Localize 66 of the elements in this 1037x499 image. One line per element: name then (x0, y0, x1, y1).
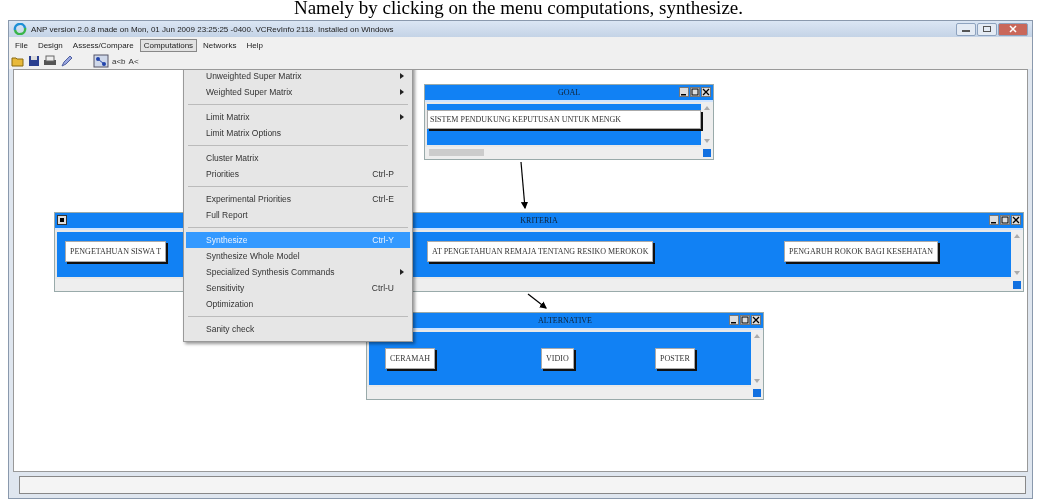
menu-item[interactable]: Limit Matrix Options (186, 125, 410, 141)
close-icon (752, 316, 760, 324)
minimize-button[interactable] (729, 315, 739, 325)
minimize-button[interactable] (679, 87, 689, 97)
menu-item[interactable]: Sanity check (186, 321, 410, 337)
close-button[interactable] (751, 315, 761, 325)
menu-item[interactable]: Assess/Compare (68, 38, 138, 52)
app-icon (13, 23, 27, 35)
menu-item[interactable]: Weighted Super Matrix (186, 84, 410, 100)
cluster-title: GOAL (557, 88, 581, 97)
close-icon (1012, 216, 1020, 224)
menu-item[interactable]: Synthesize Whole Model (186, 248, 410, 264)
arrow (520, 161, 529, 210)
node-button[interactable]: AT PENGETAHUAN REMAJA TENTANG RESIKO MEROKOK (427, 241, 654, 262)
toolbar-label[interactable]: a<b (112, 56, 126, 66)
node-button[interactable]: VIDIO (541, 348, 574, 369)
toolbar-label[interactable]: A< (128, 56, 139, 66)
menu-item[interactable]: Limit Matrix (186, 109, 410, 125)
submenu-arrow-icon (400, 269, 404, 275)
printer-icon[interactable] (43, 55, 57, 67)
menu-item[interactable]: Optimization (186, 296, 410, 312)
close-icon (702, 88, 710, 96)
maximize-icon (982, 25, 992, 33)
maximize-button[interactable] (1000, 215, 1010, 225)
window-title: ANP version 2.0.8 made on Mon, 01 Jun 2009 23:25:25 -0400. VCRevInfo 2118. Installed on Windows (31, 24, 394, 34)
maximize-icon (1001, 216, 1009, 224)
maximize-button[interactable] (740, 315, 750, 325)
submenu-arrow-icon (400, 114, 404, 120)
menu-item[interactable]: Computations (139, 38, 198, 52)
menu-item[interactable]: Cluster Matrix (186, 150, 410, 166)
pen-icon[interactable] (60, 55, 72, 67)
menu-item[interactable]: Sensitivity Ctrl-U (186, 280, 410, 296)
arrow (527, 293, 547, 309)
submenu-arrow-icon (400, 73, 404, 79)
maximize-icon (691, 88, 699, 96)
node-button[interactable]: CERAMAH (385, 348, 435, 369)
menu-item[interactable]: Priorities Ctrl-P (186, 166, 410, 182)
cluster-title: KRITERIA (520, 216, 558, 225)
menu-item[interactable]: File (11, 38, 32, 52)
menu-item[interactable]: Experimental Priorities Ctrl-E (186, 191, 410, 207)
maximize-button[interactable] (690, 87, 700, 97)
menu-item[interactable]: Unweighted Super Matrix (186, 70, 410, 84)
close-button[interactable] (1011, 215, 1021, 225)
minimize-button[interactable] (956, 22, 976, 36)
system-menu-icon[interactable] (57, 215, 67, 225)
menu-item[interactable]: Help (242, 38, 267, 52)
maximize-icon (741, 316, 749, 324)
menu-item[interactable]: Specialized Synthesis Commands (186, 264, 410, 280)
horizontal-scrollbar[interactable] (425, 147, 713, 159)
node-button[interactable]: POSTER (655, 348, 695, 369)
minimize-button[interactable] (989, 215, 999, 225)
close-button[interactable] (701, 87, 711, 97)
cluster-title: ALTERNATIVE (538, 316, 592, 325)
menu-item[interactable]: Design (33, 38, 67, 52)
node-button[interactable]: PENGETAHUAN SISWA T (65, 241, 167, 262)
caption-text: Namely by clicking on the menu computations, synthesize. (292, 0, 744, 20)
horizontal-scrollbar[interactable] (367, 387, 763, 399)
submenu-arrow-icon (400, 89, 404, 95)
network-icon[interactable] (93, 54, 109, 68)
node-button[interactable]: PENGARUH ROKOK BAGI KESEHATAN (784, 241, 939, 262)
node-button[interactable]: SISTEM PENDUKUNG KEPUTUSAN UNTUK MENGK (427, 110, 701, 129)
save-icon[interactable] (28, 55, 40, 67)
menu-item[interactable]: Networks (199, 38, 241, 52)
maximize-button[interactable] (977, 22, 997, 36)
menu-item[interactable]: Full Report (186, 207, 410, 223)
close-icon (1008, 25, 1018, 33)
